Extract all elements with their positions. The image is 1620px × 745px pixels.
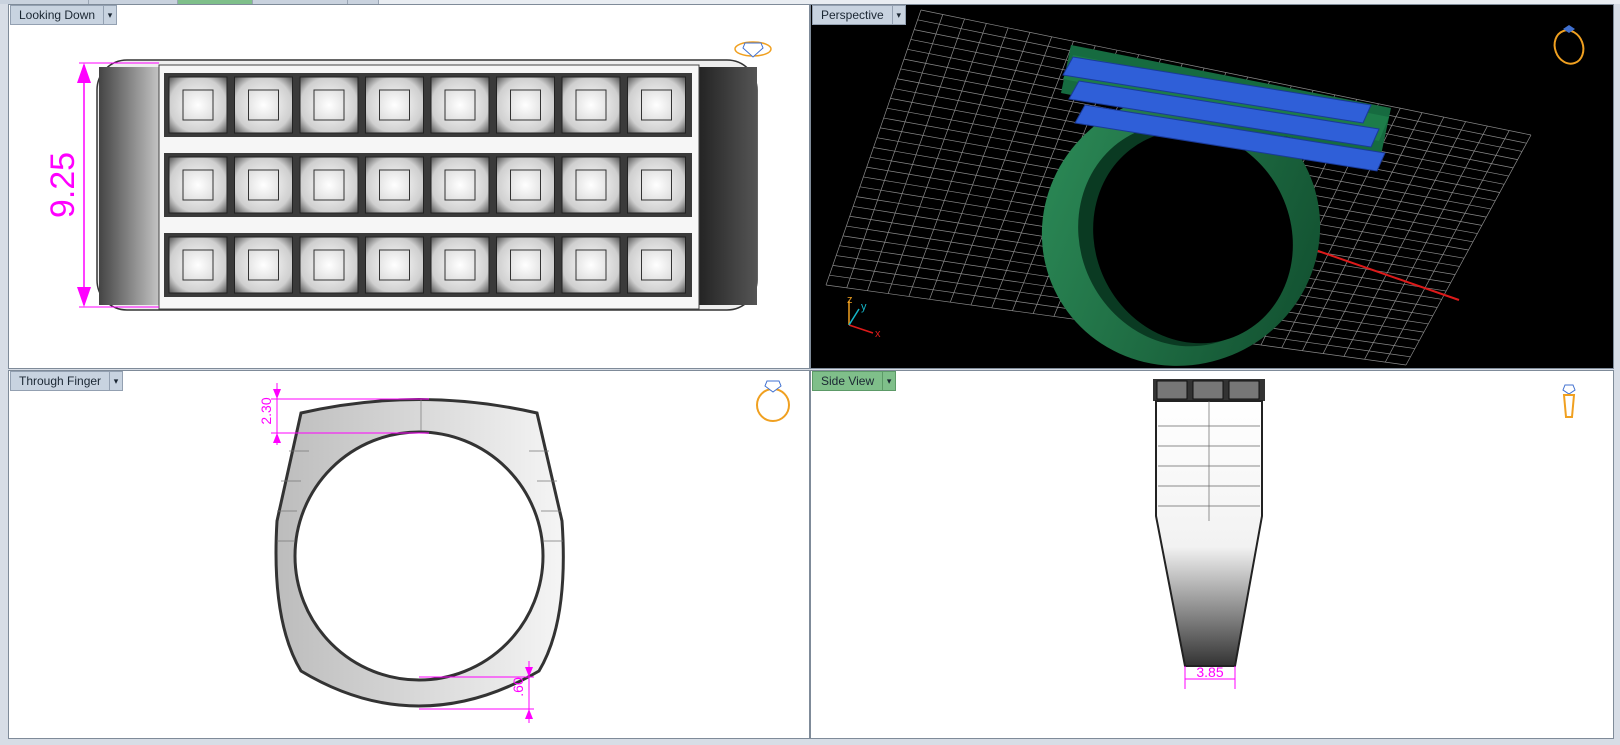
side-view-drawing: 3.85 (1153, 379, 1576, 689)
front-view-drawing: 2.30 .60 (258, 380, 790, 723)
gem (496, 236, 555, 294)
top-thickness-label: 2.30 (258, 397, 274, 424)
gem (430, 76, 490, 134)
viewport-title-bar: Side View ▾ (812, 371, 897, 391)
viewport-menu-icon[interactable]: ▾ (103, 5, 118, 25)
axis-label-z: z (847, 294, 853, 306)
gem (168, 156, 228, 214)
viewport-title-bar: Perspective ▾ (812, 5, 906, 25)
gem (234, 236, 293, 294)
ring-side-view-icon[interactable] (1562, 384, 1576, 418)
width-dimension-label: 9.25 (44, 152, 82, 218)
gem (430, 156, 490, 214)
gem (168, 236, 228, 294)
viewport-title-bar: Through Finger ▾ (10, 371, 124, 391)
viewport-title-through-finger[interactable]: Through Finger (10, 371, 110, 391)
viewport-title-looking-down[interactable]: Looking Down (10, 5, 104, 25)
viewport-perspective[interactable]: Perspective ▾ x y z (810, 4, 1614, 369)
gem (234, 156, 293, 214)
viewport-side-view[interactable]: Side View ▾ 3.85 (810, 370, 1614, 739)
axis-label-x: x (875, 328, 881, 340)
gem (430, 236, 490, 294)
gem (365, 156, 424, 214)
perspective-drawing: x y z (825, 9, 1588, 366)
viewport-title-perspective[interactable]: Perspective (812, 5, 892, 25)
gem (627, 156, 686, 214)
gem (299, 156, 359, 214)
ring-perspective-icon[interactable] (1550, 25, 1588, 68)
gem (496, 156, 555, 214)
viewport-title-bar: Looking Down ▾ (10, 5, 118, 25)
gem (496, 76, 555, 134)
gem (365, 76, 424, 134)
gem (299, 76, 359, 134)
gem (168, 76, 228, 134)
gem (365, 236, 424, 294)
gem (561, 156, 621, 214)
viewport-menu-icon[interactable]: ▾ (891, 5, 906, 25)
gem (627, 236, 686, 294)
gem (561, 236, 621, 294)
ring-front-view-icon[interactable] (756, 380, 790, 422)
gem (234, 76, 293, 134)
viewport-menu-icon[interactable]: ▾ (882, 371, 897, 391)
viewport-title-side-view[interactable]: Side View (812, 371, 883, 391)
viewport-looking-down[interactable]: Looking Down ▾ 9.25 (8, 4, 810, 369)
side-gem-heads (1156, 380, 1260, 400)
gem (561, 76, 621, 134)
bottom-thickness-label: .60 (510, 677, 526, 697)
gem (627, 76, 686, 134)
viewport-through-finger[interactable]: Through Finger ▾ 2.30 .60 (8, 370, 810, 739)
side-width-label: 3.85 (1196, 664, 1223, 680)
viewport-menu-icon[interactable]: ▾ (109, 371, 124, 391)
top-view-drawing: 9.25 (44, 41, 772, 311)
gem (299, 236, 359, 294)
axis-label-y: y (861, 301, 867, 313)
ring-top-view-icon[interactable] (734, 41, 772, 58)
